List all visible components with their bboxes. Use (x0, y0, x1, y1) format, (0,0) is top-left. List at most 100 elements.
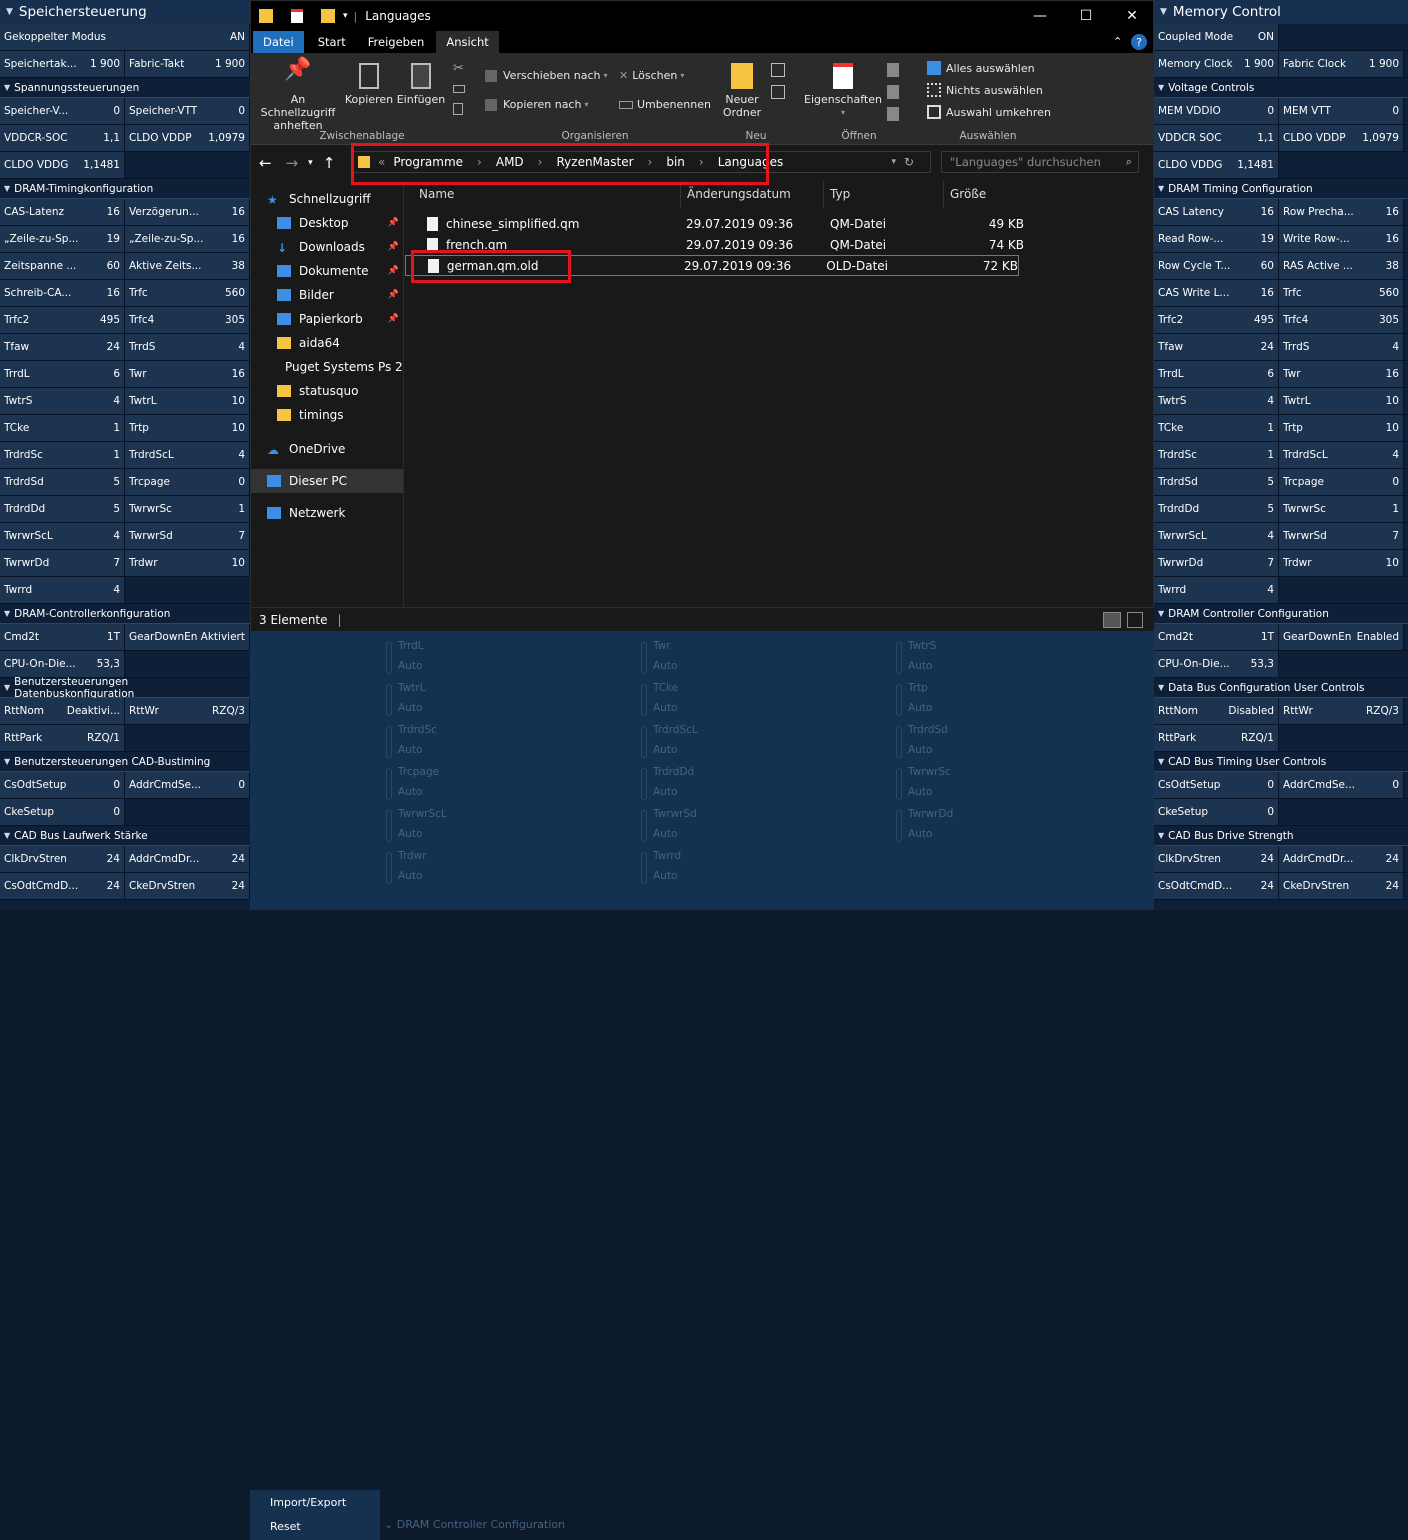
paste-shortcut-icon[interactable] (453, 103, 463, 115)
setting-cell[interactable]: TrdrdDd 5 (1154, 496, 1279, 522)
setting-cell[interactable]: TwrwrSc 1 (1279, 496, 1404, 522)
nav-item[interactable]: Netzwerk (251, 501, 403, 525)
collapse-caret-icon[interactable]: ▼ (1158, 757, 1164, 766)
setting-cell[interactable]: ClkDrvStren 24 (1154, 846, 1279, 872)
setting-cell[interactable]: VDDCR-SOC 1,1 (0, 125, 125, 151)
setting-cell[interactable]: Trfc 560 (125, 280, 250, 306)
setting-cell[interactable]: CAS Write L... 16 (1154, 280, 1279, 306)
setting-cell[interactable]: CLDO VDDG 1,1481 (0, 152, 125, 178)
setting-cell[interactable]: ClkDrvStren 24 (0, 846, 125, 872)
setting-cell[interactable]: CPU-On-Die... 53,3 (1154, 651, 1279, 677)
setting-cell[interactable]: AddrCmdDr... 24 (125, 846, 250, 872)
setting-cell[interactable]: Speicher-VTT 0 (125, 98, 250, 124)
setting-cell[interactable]: TwtrS 4 (0, 388, 125, 414)
import-export-nav[interactable]: Import/Export (250, 1490, 380, 1514)
setting-cell[interactable]: Row Cycle T... 60 (1154, 253, 1279, 279)
setting-cell[interactable]: Write Row-... 16 (1279, 226, 1404, 252)
collapse-caret-icon[interactable]: ▼ (1158, 683, 1164, 692)
setting-cell[interactable]: Trfc2 495 (0, 307, 125, 333)
setting-cell[interactable]: CkeDrvStren 24 (125, 873, 250, 899)
nav-item[interactable]: Dieser PC (251, 469, 403, 493)
right-panel-header[interactable]: ▼ Memory Control (1154, 0, 1408, 24)
back-arrow-icon[interactable]: ← (259, 154, 272, 172)
tab-start[interactable]: Start (308, 31, 356, 53)
setting-cell[interactable]: TrdrdScL 4 (1279, 442, 1404, 468)
setting-cell[interactable]: Trfc4 305 (125, 307, 250, 333)
collapse-caret-icon[interactable]: ▼ (4, 83, 10, 92)
close-button[interactable]: ✕ (1109, 1, 1155, 31)
setting-cell[interactable]: CLDO VDDG 1,1481 (1154, 152, 1279, 178)
setting-cell[interactable]: CLDO VDDP 1,0979 (1279, 125, 1404, 151)
pin-quick-access-button[interactable]: 📌 An Schnellzugriff anheften (253, 59, 343, 133)
setting-cell[interactable]: GearDownEn Enabled (1279, 624, 1404, 650)
setting-cell[interactable]: TrdrdSd 5 (0, 469, 125, 495)
collapse-caret-icon[interactable]: ▼ (4, 831, 10, 840)
collapse-caret-icon[interactable]: ▼ (1158, 609, 1164, 618)
setting-cell[interactable]: Twr 16 (1279, 361, 1404, 387)
reset-nav[interactable]: Reset (250, 1514, 380, 1538)
ribbon-collapse-icon[interactable]: ⌃ (1113, 35, 1122, 48)
setting-cell[interactable]: CkeSetup 0 (0, 799, 125, 825)
section-header[interactable]: ▼ Voltage Controls (1154, 78, 1408, 98)
setting-cell[interactable]: Trtp 10 (125, 415, 250, 441)
collapse-caret-icon[interactable]: ▼ (1158, 831, 1164, 840)
setting-cell[interactable]: Gekoppelter Modus AN (0, 24, 250, 50)
select-none-button[interactable]: Nichts auswählen (927, 83, 1043, 97)
cut-icon[interactable]: ✂ (453, 61, 464, 76)
move-to-button[interactable]: Verschieben nach ▾ (485, 69, 608, 82)
setting-cell[interactable]: Cmd2t 1T (1154, 624, 1279, 650)
setting-cell[interactable]: TrrdS 4 (125, 334, 250, 360)
collapse-caret-icon[interactable]: ▼ (1160, 7, 1167, 17)
nav-item[interactable]: ↓ Downloads 📌 (251, 235, 403, 259)
setting-cell[interactable]: CAS-Latenz 16 (0, 199, 125, 225)
setting-cell[interactable]: TwrwrDd 7 (0, 550, 125, 576)
section-header[interactable]: ▼ DRAM-Timingkonfiguration (0, 179, 250, 199)
pin-icon[interactable]: 📌 (388, 266, 399, 276)
quick-access-dropdown-icon[interactable]: ▾ (343, 11, 348, 21)
setting-cell[interactable]: TwtrL 10 (125, 388, 250, 414)
new-folder-button[interactable]: Neuer Ordner (717, 63, 767, 119)
setting-cell[interactable]: Trcpage 0 (125, 469, 250, 495)
refresh-icon[interactable]: ↻ (904, 155, 914, 169)
setting-cell[interactable]: RttNom Deaktivi... (0, 698, 125, 724)
nav-item[interactable]: statusquo (251, 379, 403, 403)
setting-cell[interactable]: TwtrS 4 (1154, 388, 1279, 414)
collapse-caret-icon[interactable]: ▼ (4, 184, 10, 193)
setting-cell[interactable]: Verzögerun... 16 (125, 199, 250, 225)
setting-cell[interactable]: Row Precha... 16 (1279, 199, 1404, 225)
setting-cell[interactable]: TrdrdScL 4 (125, 442, 250, 468)
setting-cell[interactable]: CPU-On-Die... 53,3 (0, 651, 125, 677)
setting-cell[interactable]: CkeDrvStren 24 (1279, 873, 1404, 899)
address-dropdown-icon[interactable]: ▾ (891, 157, 896, 167)
setting-cell[interactable]: Trtp 10 (1279, 415, 1404, 441)
delete-button[interactable]: ✕ Löschen ▾ (619, 69, 684, 82)
setting-cell[interactable]: Cmd2t 1T (0, 624, 125, 650)
setting-cell[interactable]: Trcpage 0 (1279, 469, 1404, 495)
setting-cell[interactable]: CAS Latency 16 (1154, 199, 1279, 225)
setting-cell[interactable]: Zeitspanne ... 60 (0, 253, 125, 279)
collapse-caret-icon[interactable]: ▼ (4, 609, 10, 618)
setting-cell[interactable]: Trdwr 10 (1279, 550, 1404, 576)
setting-cell[interactable]: MEM VDDIO 0 (1154, 98, 1279, 124)
setting-cell[interactable]: TrdrdSc 1 (1154, 442, 1279, 468)
setting-cell[interactable]: TrrdL 6 (0, 361, 125, 387)
setting-cell[interactable]: TCke 1 (0, 415, 125, 441)
select-all-button[interactable]: Alles auswählen (927, 61, 1035, 75)
setting-cell[interactable]: Fabric Clock 1 900 (1279, 51, 1404, 77)
maximize-button[interactable]: ☐ (1063, 1, 1109, 31)
properties-quick-icon[interactable] (291, 9, 303, 23)
nav-item[interactable]: ★ Schnellzugriff (251, 187, 403, 211)
setting-cell[interactable]: Speichertak... 1 900 (0, 51, 125, 77)
section-header[interactable]: ▼ CAD Bus Timing User Controls (1154, 752, 1408, 772)
minimize-button[interactable]: — (1017, 1, 1063, 31)
nav-item[interactable]: timings (251, 403, 403, 427)
setting-cell[interactable]: TrdrdSc 1 (0, 442, 125, 468)
setting-cell[interactable]: CsOdtSetup 0 (0, 772, 125, 798)
setting-cell[interactable]: TCke 1 (1154, 415, 1279, 441)
pin-icon[interactable]: 📌 (388, 242, 399, 252)
section-header[interactable]: ▼ Benutzersteuerungen CAD-Bustiming (0, 752, 250, 772)
edit-icon[interactable] (887, 85, 899, 99)
section-header[interactable]: ▼ DRAM Controller Configuration (1154, 604, 1408, 624)
left-panel-header[interactable]: ▼ Speichersteuerung (0, 0, 250, 24)
setting-cell[interactable]: CsOdtCmdD... 24 (1154, 873, 1279, 899)
